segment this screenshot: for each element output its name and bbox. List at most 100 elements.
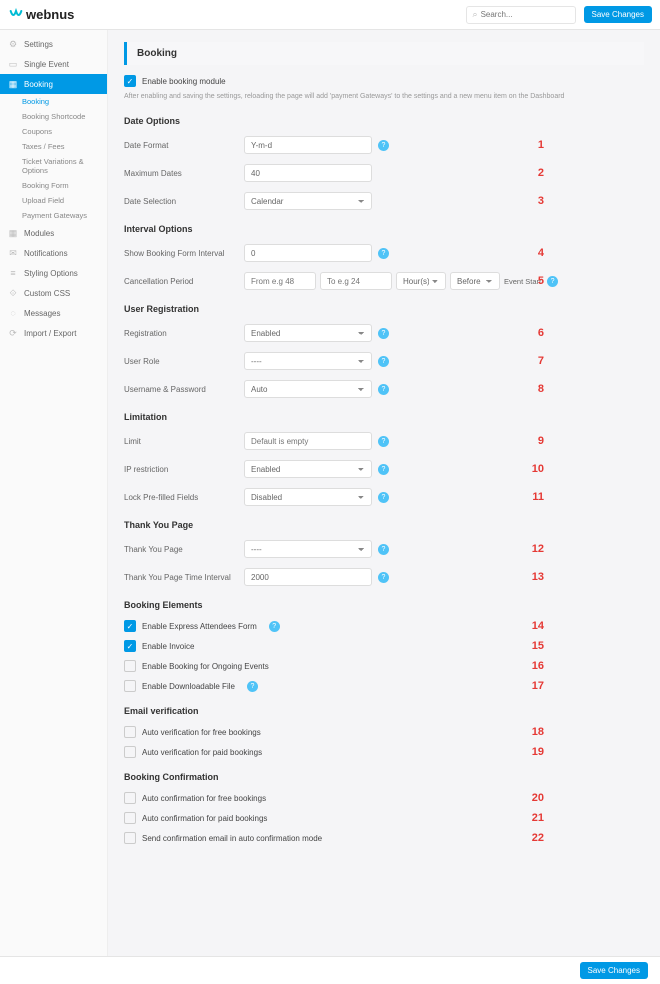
code-icon: ⟐	[8, 288, 18, 298]
num-6: 6	[538, 327, 544, 339]
document-icon: ▭	[8, 59, 18, 69]
cancel-unit-select[interactable]: Hour(s)	[396, 272, 446, 290]
download-checkbox[interactable]	[124, 680, 136, 692]
sidebar: ⚙Settings ▭Single Event ▦Booking Booking…	[0, 30, 108, 956]
info-icon[interactable]: ?	[378, 492, 389, 503]
sidebar-item-modules[interactable]: ▦Modules	[0, 223, 107, 243]
limit-input[interactable]	[244, 432, 372, 450]
ongoing-checkbox[interactable]	[124, 660, 136, 672]
row-date-selection: Date Selection Calendar 3	[124, 192, 644, 210]
info-icon[interactable]: ?	[378, 572, 389, 583]
save-button-top[interactable]: Save Changes	[584, 6, 652, 23]
hint-text: After enabling and saving the settings, …	[124, 93, 644, 100]
sidebar-item-import-export[interactable]: ⟳Import / Export	[0, 323, 107, 343]
lock-select[interactable]: Disabled	[244, 488, 372, 506]
row-date-format: Date Format ? 1	[124, 136, 644, 154]
num-22: 22	[532, 832, 544, 844]
row-ev-paid: Auto verification for paid bookings 19	[124, 746, 644, 758]
max-dates-input[interactable]	[244, 164, 372, 182]
num-2: 2	[538, 167, 544, 179]
info-icon[interactable]: ?	[378, 356, 389, 367]
row-thankyou-time: Thank You Page Time Interval ? 13	[124, 568, 644, 586]
info-icon[interactable]: ?	[378, 544, 389, 555]
sub-variations[interactable]: Ticket Variations & Options	[18, 154, 107, 178]
username-password-select[interactable]: Auto	[244, 380, 372, 398]
num-21: 21	[532, 812, 544, 824]
num-8: 8	[538, 383, 544, 395]
invoice-checkbox[interactable]: ✓	[124, 640, 136, 652]
search-input[interactable]	[481, 10, 571, 19]
row-max-dates: Maximum Dates 2	[124, 164, 644, 182]
sidebar-item-settings[interactable]: ⚙Settings	[0, 34, 107, 54]
sub-gateways[interactable]: Payment Gateways	[18, 208, 107, 223]
row-limit: Limit ? 9	[124, 432, 644, 450]
row-registration: Registration Enabled ? 6	[124, 324, 644, 342]
sidebar-item-single-event[interactable]: ▭Single Event	[0, 54, 107, 74]
cancel-to-input[interactable]	[320, 272, 392, 290]
date-format-input[interactable]	[244, 136, 372, 154]
info-icon[interactable]: ?	[378, 248, 389, 259]
info-icon[interactable]: ?	[269, 621, 280, 632]
search-box[interactable]: ⌕	[466, 6, 576, 24]
bc-paid-checkbox[interactable]	[124, 812, 136, 824]
sidebar-item-booking[interactable]: ▦Booking	[0, 74, 107, 94]
info-icon[interactable]: ?	[547, 276, 558, 287]
show-interval-input[interactable]	[244, 244, 372, 262]
info-icon[interactable]: ?	[378, 328, 389, 339]
info-icon[interactable]: ?	[378, 140, 389, 151]
user-role-select[interactable]: ----	[244, 352, 372, 370]
sub-shortcode[interactable]: Booking Shortcode	[18, 109, 107, 124]
num-11: 11	[532, 491, 544, 503]
sec-thankyou: Thank You Page	[124, 520, 644, 530]
sec-emailver: Email verification	[124, 706, 644, 716]
sec-date-options: Date Options	[124, 116, 644, 126]
registration-select[interactable]: Enabled	[244, 324, 372, 342]
ev-paid-checkbox[interactable]	[124, 746, 136, 758]
thank-page-select[interactable]: ----	[244, 540, 372, 558]
num-16: 16	[532, 660, 544, 672]
row-bc-free: Auto confirmation for free bookings 20	[124, 792, 644, 804]
sidebar-item-styling[interactable]: ≡Styling Options	[0, 263, 107, 283]
sub-taxes[interactable]: Taxes / Fees	[18, 139, 107, 154]
row-bc-paid: Auto confirmation for paid bookings 21	[124, 812, 644, 824]
sidebar-item-messages[interactable]: ◌Messages	[0, 303, 107, 323]
date-selection-select[interactable]: Calendar	[244, 192, 372, 210]
info-icon[interactable]: ?	[378, 436, 389, 447]
info-icon[interactable]: ?	[378, 464, 389, 475]
num-12: 12	[532, 543, 544, 555]
num-5: 5	[538, 275, 544, 287]
ip-select[interactable]: Enabled	[244, 460, 372, 478]
layout: ⚙Settings ▭Single Event ▦Booking Booking…	[0, 30, 660, 956]
logo: webnus	[8, 7, 74, 23]
info-icon[interactable]: ?	[378, 384, 389, 395]
sub-booking[interactable]: Booking	[18, 94, 107, 109]
cancel-from-input[interactable]	[244, 272, 316, 290]
num-13: 13	[532, 571, 544, 583]
num-20: 20	[532, 792, 544, 804]
enable-booking-checkbox[interactable]: ✓	[124, 75, 136, 87]
sub-upload[interactable]: Upload Field	[18, 193, 107, 208]
footer: Save Changes	[0, 956, 660, 984]
ev-free-checkbox[interactable]	[124, 726, 136, 738]
sub-coupons[interactable]: Coupons	[18, 124, 107, 139]
sec-interval: Interval Options	[124, 224, 644, 234]
sub-form[interactable]: Booking Form	[18, 178, 107, 193]
row-thankyou-page: Thank You Page ---- ? 12	[124, 540, 644, 558]
row-ongoing: Enable Booking for Ongoing Events 16	[124, 660, 644, 672]
sec-limitation: Limitation	[124, 412, 644, 422]
express-checkbox[interactable]: ✓	[124, 620, 136, 632]
thank-time-input[interactable]	[244, 568, 372, 586]
bc-email-checkbox[interactable]	[124, 832, 136, 844]
cancel-before-select[interactable]: Before	[450, 272, 500, 290]
enable-booking-label: Enable booking module	[142, 77, 226, 86]
bc-free-checkbox[interactable]	[124, 792, 136, 804]
num-10: 10	[532, 463, 544, 475]
sidebar-item-notifications[interactable]: ✉Notifications	[0, 243, 107, 263]
sec-userreg: User Registration	[124, 304, 644, 314]
content: Booking ✓ Enable booking module After en…	[108, 30, 660, 956]
save-button-bottom[interactable]: Save Changes	[580, 962, 648, 979]
sidebar-item-custom-css[interactable]: ⟐Custom CSS	[0, 283, 107, 303]
sidebar-sublist: Booking Booking Shortcode Coupons Taxes …	[0, 94, 107, 223]
info-icon[interactable]: ?	[247, 681, 258, 692]
row-cancel-period: Cancellation Period Hour(s) Before Event…	[124, 272, 644, 290]
